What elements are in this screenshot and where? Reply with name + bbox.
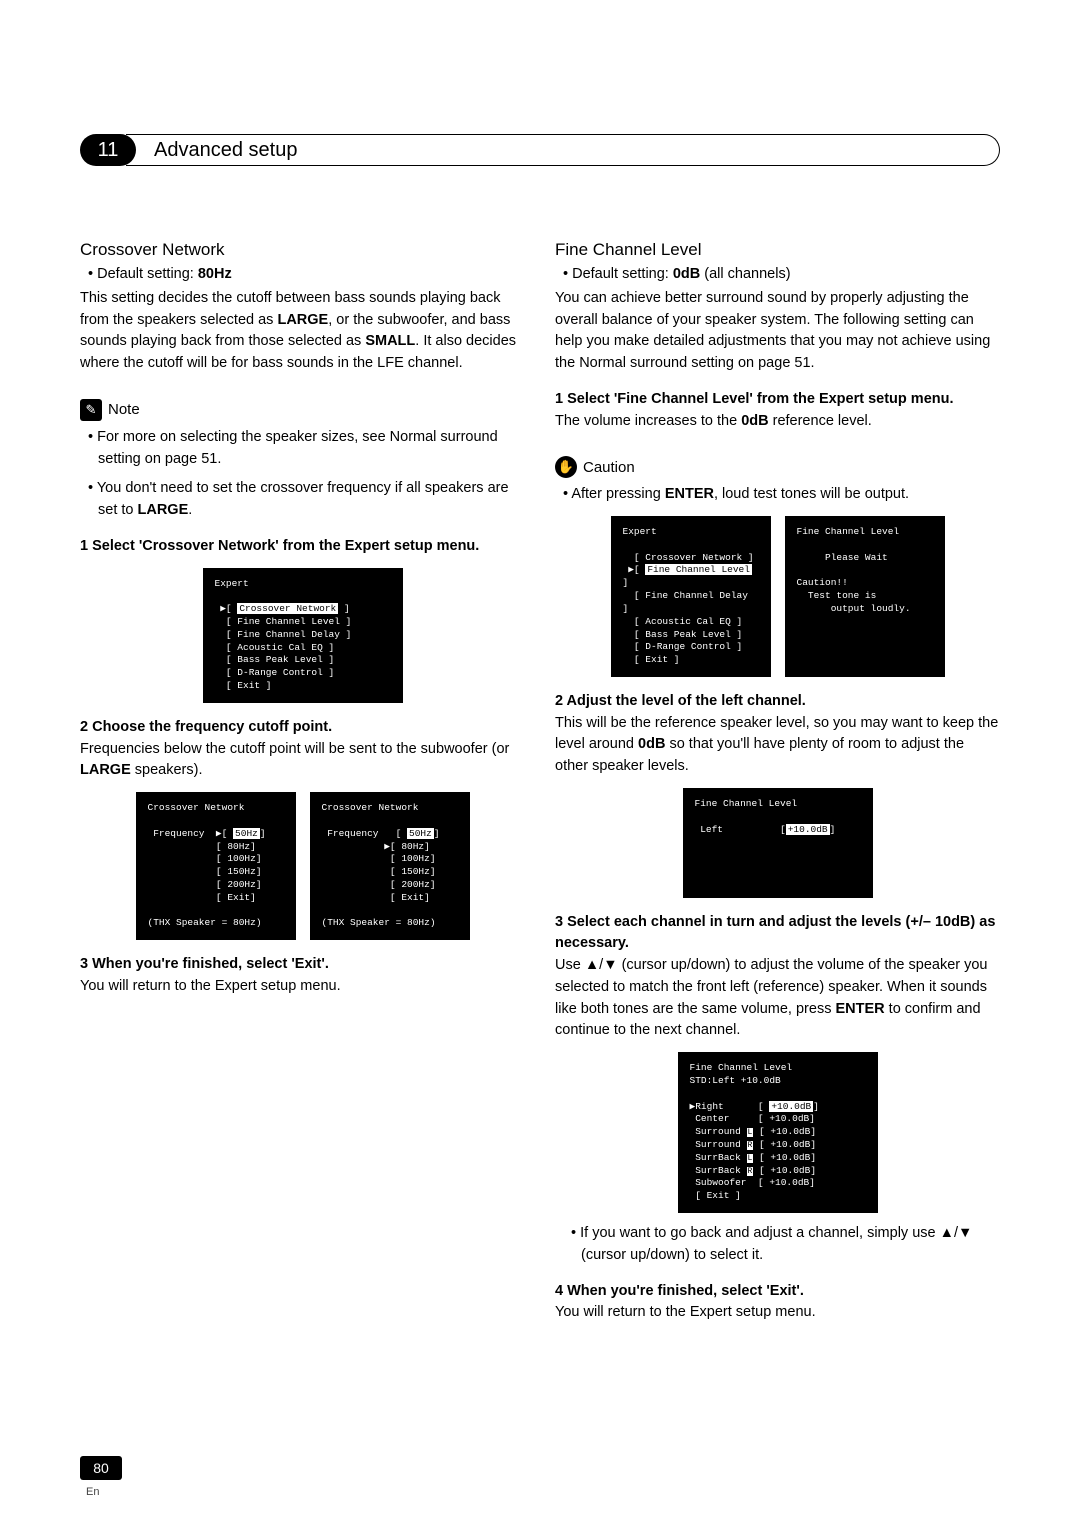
default-value-r: 0dB bbox=[673, 266, 700, 282]
default-value: 80Hz bbox=[198, 266, 232, 282]
r-step-3-body: Use ▲/▼ (cursor up/down) to adjust the v… bbox=[555, 955, 1000, 1042]
step-2-body: Frequencies below the cutoff point will … bbox=[80, 739, 525, 783]
default-setting-line-r: • Default setting: 0dB (all channels) bbox=[555, 264, 1000, 286]
caution-label: Caution bbox=[583, 459, 635, 476]
default-label: Default setting: bbox=[97, 266, 198, 282]
osd-expert-menu-r: Expert [ Crossover Network ] ▶[ Fine Cha… bbox=[611, 516, 771, 677]
step-3: 3 When you're finished, select 'Exit'. bbox=[80, 954, 525, 976]
r-step-1: 1 Select 'Fine Channel Level' from the E… bbox=[555, 389, 1000, 411]
caution-header: ✋ Caution bbox=[555, 456, 1000, 478]
osd-crossover-a: Crossover Network Frequency ▶[ 50Hz] [ 8… bbox=[136, 792, 296, 940]
osd-fcl-left: Fine Channel Level Left [+10.0dB] bbox=[683, 788, 873, 898]
page-number-badge: 80 bbox=[80, 1456, 122, 1480]
chapter-header: 11 Advanced setup bbox=[80, 134, 1000, 166]
osd-crossover-b: Crossover Network Frequency [ 50Hz] ▶[ 8… bbox=[310, 792, 470, 940]
caution-item: • After pressing ENTER, loud test tones … bbox=[555, 484, 1000, 506]
pencil-icon: ✎ bbox=[80, 399, 102, 421]
section-fine-channel-level: Fine Channel Level bbox=[555, 240, 1000, 260]
default-setting-line: • Default setting: 80Hz bbox=[80, 264, 525, 286]
default-label-r: Default setting: bbox=[572, 266, 673, 282]
left-column: Crossover Network • Default setting: 80H… bbox=[80, 240, 525, 1324]
osd-fcl-wait: Fine Channel Level Please WaitCaution!! … bbox=[785, 516, 945, 677]
osd-expert-menu: Expert ▶[ Crossover Network ] [ Fine Cha… bbox=[203, 568, 403, 703]
note-label: Note bbox=[108, 401, 140, 418]
page-language: En bbox=[86, 1486, 99, 1498]
r-step-2-body: This will be the reference speaker level… bbox=[555, 713, 1000, 778]
r-step-2: 2 Adjust the level of the left channel. bbox=[555, 691, 1000, 713]
r-tip: • If you want to go back and adjust a ch… bbox=[555, 1223, 1000, 1267]
r-step-3: 3 Select each channel in turn and adjust… bbox=[555, 912, 1000, 956]
note-item-2: • You don't need to set the crossover fr… bbox=[80, 478, 525, 522]
osd-fcl-pair: Expert [ Crossover Network ] ▶[ Fine Cha… bbox=[555, 516, 1000, 677]
r-step-1-body: The volume increases to the 0dB referenc… bbox=[555, 411, 1000, 433]
section-crossover-network: Crossover Network bbox=[80, 240, 525, 260]
crossover-intro: This setting decides the cutoff between … bbox=[80, 288, 525, 375]
chapter-title: Advanced setup bbox=[126, 134, 1000, 166]
step-3-body: You will return to the Expert setup menu… bbox=[80, 976, 525, 998]
osd-crossover-pair: Crossover Network Frequency ▶[ 50Hz] [ 8… bbox=[80, 792, 525, 940]
osd-fcl-table: Fine Channel LevelSTD:Left +10.0dB▶Right… bbox=[678, 1052, 878, 1213]
right-column: Fine Channel Level • Default setting: 0d… bbox=[555, 240, 1000, 1324]
default-tail-r: (all channels) bbox=[700, 266, 790, 282]
r-step-4-body: You will return to the Expert setup menu… bbox=[555, 1302, 1000, 1324]
hand-icon: ✋ bbox=[555, 456, 577, 478]
r-step-4: 4 When you're finished, select 'Exit'. bbox=[555, 1281, 1000, 1303]
note-header: ✎ Note bbox=[80, 399, 525, 421]
fcl-intro: You can achieve better surround sound by… bbox=[555, 288, 1000, 375]
step-1: 1 Select 'Crossover Network' from the Ex… bbox=[80, 536, 525, 558]
step-2: 2 Choose the frequency cutoff point. bbox=[80, 717, 525, 739]
note-item-1: • For more on selecting the speaker size… bbox=[80, 427, 525, 471]
